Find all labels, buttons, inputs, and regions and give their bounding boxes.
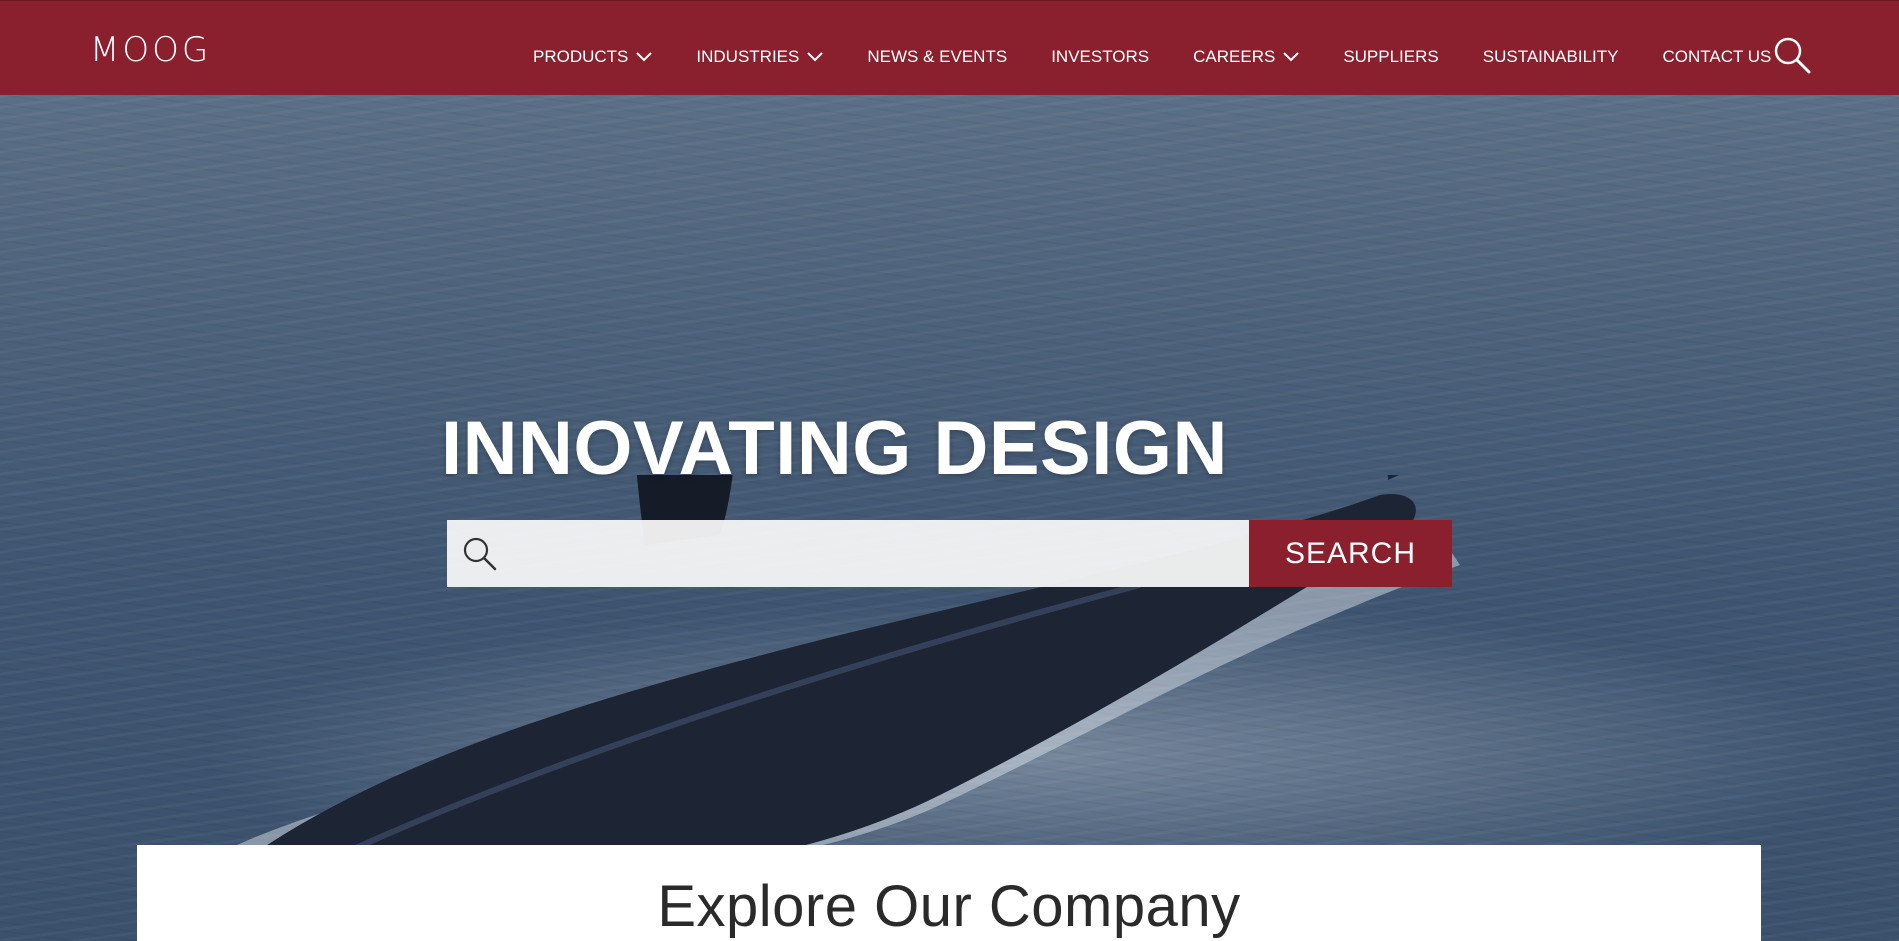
nav-item-label: PRODUCTS [533,47,629,66]
nav-item-label: CONTACT US [1662,47,1772,66]
nav-item-label: INVESTORS [1051,47,1150,66]
chevron-down-icon [636,52,653,62]
chevron-down-icon [1283,52,1300,62]
search-button[interactable]: SEARCH [1249,520,1452,587]
nav-item-label: SUPPLIERS [1343,47,1439,66]
explore-title: Explore Our Company [657,874,1241,939]
top-navigation-bar: MOOG PRODUCTS INDUSTRIES NEWS & EVENTS I… [0,0,1899,95]
explore-panel: Explore Our Company [137,845,1761,941]
search-input[interactable] [499,520,1249,587]
hero-title: INNOVATING DESIGN [441,406,1228,491]
nav-item-sustainability[interactable]: SUSTAINABILITY [1483,47,1619,67]
nav-item-suppliers[interactable]: SUPPLIERS [1343,47,1438,67]
nav-item-products[interactable]: PRODUCTS [533,47,653,67]
nav-item-news-events[interactable]: NEWS & EVENTS [867,47,1007,67]
nav-item-label: INDUSTRIES [696,47,800,66]
nav-item-label: NEWS & EVENTS [867,47,1008,66]
nav-item-label: SUSTAINABILITY [1482,47,1619,66]
hero-search: SEARCH [447,520,1452,587]
nav-item-industries[interactable]: INDUSTRIES [696,47,824,67]
nav-item-careers[interactable]: CAREERS [1193,47,1300,67]
nav-item-investors[interactable]: INVESTORS [1051,47,1149,67]
search-icon [463,537,497,570]
search-icon[interactable] [1772,35,1812,75]
search-field-container [447,520,1249,587]
nav-item-label: CAREERS [1193,47,1276,66]
main-nav: PRODUCTS INDUSTRIES NEWS & EVENTS INVEST… [533,47,1815,67]
moog-logo[interactable]: MOOG [90,33,211,67]
nav-item-contact-us[interactable]: CONTACT US [1662,47,1771,67]
hero-banner: INNOVATING DESIGN SEARCH Explore Our Com… [0,95,1899,941]
chevron-down-icon [807,52,824,62]
